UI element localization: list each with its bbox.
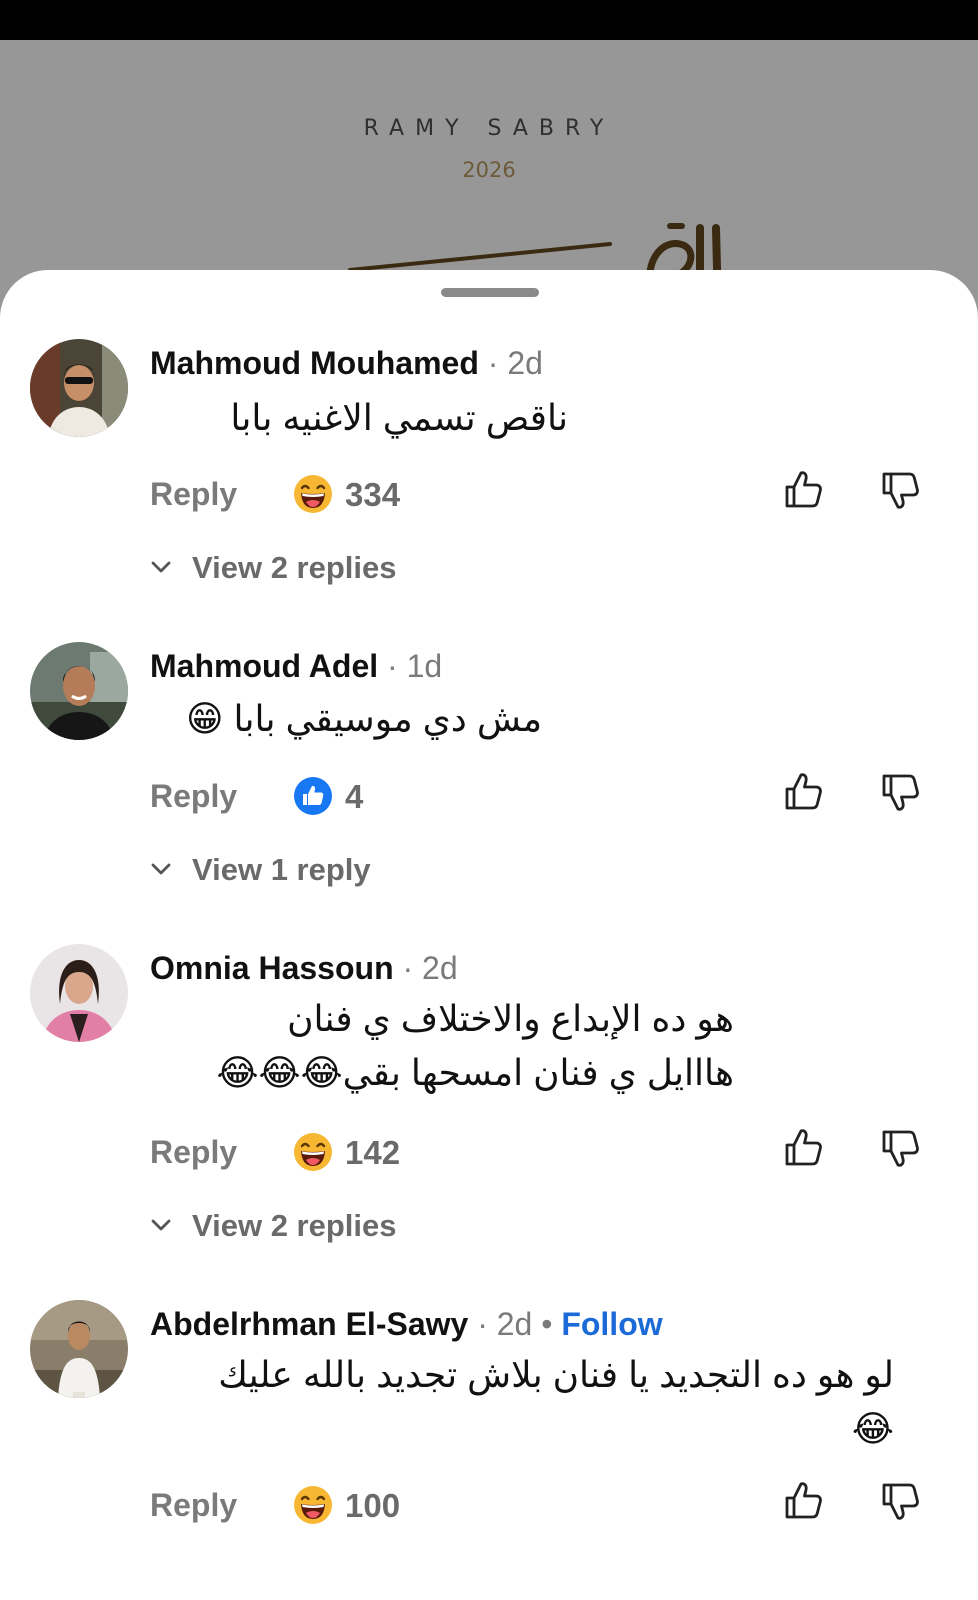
comment-line: ناقص تسمي الاغنيه بابا bbox=[230, 397, 568, 438]
view-replies-label: View 2 replies bbox=[192, 1208, 397, 1243]
comment-meta: Mahmoud Adel · 1d bbox=[150, 646, 442, 686]
reaction-count: 100 bbox=[345, 1487, 401, 1524]
comment-age: 2d bbox=[496, 1306, 533, 1342]
thumbs-down-icon[interactable] bbox=[878, 1126, 922, 1170]
reaction-count: 334 bbox=[345, 476, 401, 513]
comment-text: هو ده الإبداع والاختلاف ي فنان هااايل ي … bbox=[216, 992, 734, 1100]
meta-separator: · bbox=[402, 950, 423, 986]
like-icon bbox=[294, 777, 332, 815]
comment-text: لو هو ده التجديد يا فنان بلاش تجديد بالل… bbox=[218, 1348, 894, 1456]
comment-meta: Mahmoud Mouhamed · 2d bbox=[150, 343, 543, 383]
comment-text: ناقص تسمي الاغنيه بابا bbox=[230, 391, 568, 445]
thumbs-up-icon[interactable] bbox=[781, 1479, 825, 1523]
reply-button[interactable]: Reply bbox=[150, 1487, 237, 1524]
thumbs-down-icon[interactable] bbox=[878, 468, 922, 512]
follow-button[interactable]: Follow bbox=[561, 1306, 662, 1342]
meta-separator: • bbox=[541, 1306, 562, 1342]
reply-button[interactable]: Reply bbox=[150, 778, 237, 815]
comment-line: هااايل ي فنان امسحها بقي😂😂😂 bbox=[216, 1052, 734, 1093]
comment-line: مش دي موسيقي بابا 😁 bbox=[185, 698, 542, 739]
meta-separator: · bbox=[477, 1306, 497, 1342]
comment-username[interactable]: Mahmoud Adel bbox=[150, 648, 378, 684]
meta-separator: · bbox=[487, 345, 508, 381]
sheet-drag-handle[interactable] bbox=[441, 288, 539, 297]
comment-actions: Reply 142 bbox=[0, 1132, 978, 1176]
comment-actions: Reply 4 bbox=[0, 776, 978, 820]
thumbs-up-icon[interactable] bbox=[781, 770, 825, 814]
comment-meta: Omnia Hassoun · 2d bbox=[150, 948, 458, 988]
thumbs-up-icon[interactable] bbox=[781, 468, 825, 512]
comment-username[interactable]: Abdelrhman El-Sawy bbox=[150, 1306, 468, 1342]
avatar[interactable] bbox=[30, 1300, 128, 1398]
reaction-count: 142 bbox=[345, 1134, 401, 1171]
chevron-down-icon bbox=[150, 858, 172, 880]
comment-text: مش دي موسيقي بابا 😁 bbox=[186, 692, 542, 746]
chevron-down-icon bbox=[150, 556, 172, 578]
view-replies-label: View 2 replies bbox=[192, 550, 397, 585]
reply-button[interactable]: Reply bbox=[150, 1134, 237, 1171]
chevron-down-icon bbox=[150, 1214, 172, 1236]
laughing-emoji-icon bbox=[293, 1485, 333, 1525]
thumbs-up-icon[interactable] bbox=[781, 1126, 825, 1170]
avatar[interactable] bbox=[30, 944, 128, 1042]
thumbs-down-icon[interactable] bbox=[878, 770, 922, 814]
avatar[interactable] bbox=[30, 339, 128, 437]
laughing-emoji-icon bbox=[293, 1132, 333, 1172]
comment-actions: Reply 334 bbox=[0, 474, 978, 518]
comment-line: 😂 bbox=[851, 1408, 894, 1449]
comment-meta: Abdelrhman El-Sawy · 2d • Follow bbox=[150, 1304, 663, 1344]
laughing-emoji-icon bbox=[293, 474, 333, 514]
comment-age: 1d bbox=[406, 648, 443, 684]
video-year: 2026 bbox=[462, 158, 516, 182]
video-artist-title: RAMY SABRY bbox=[363, 116, 615, 141]
avatar[interactable] bbox=[30, 642, 128, 740]
comment-username[interactable]: Omnia Hassoun bbox=[150, 950, 394, 986]
comment-line: هو ده الإبداع والاختلاف ي فنان bbox=[287, 998, 734, 1039]
comment-age: 2d bbox=[422, 950, 458, 986]
reaction-count: 4 bbox=[345, 778, 364, 815]
comment-age: 2d bbox=[507, 345, 543, 381]
thumbs-down-icon[interactable] bbox=[878, 1479, 922, 1523]
comment-line: لو هو ده التجديد يا فنان بلاش تجديد بالل… bbox=[218, 1354, 894, 1395]
status-bar bbox=[0, 0, 978, 40]
comment-actions: Reply 100 bbox=[0, 1485, 978, 1529]
meta-separator: · bbox=[387, 648, 407, 684]
comment-username[interactable]: Mahmoud Mouhamed bbox=[150, 345, 479, 381]
view-replies-label: View 1 reply bbox=[192, 852, 371, 887]
reply-button[interactable]: Reply bbox=[150, 476, 237, 513]
